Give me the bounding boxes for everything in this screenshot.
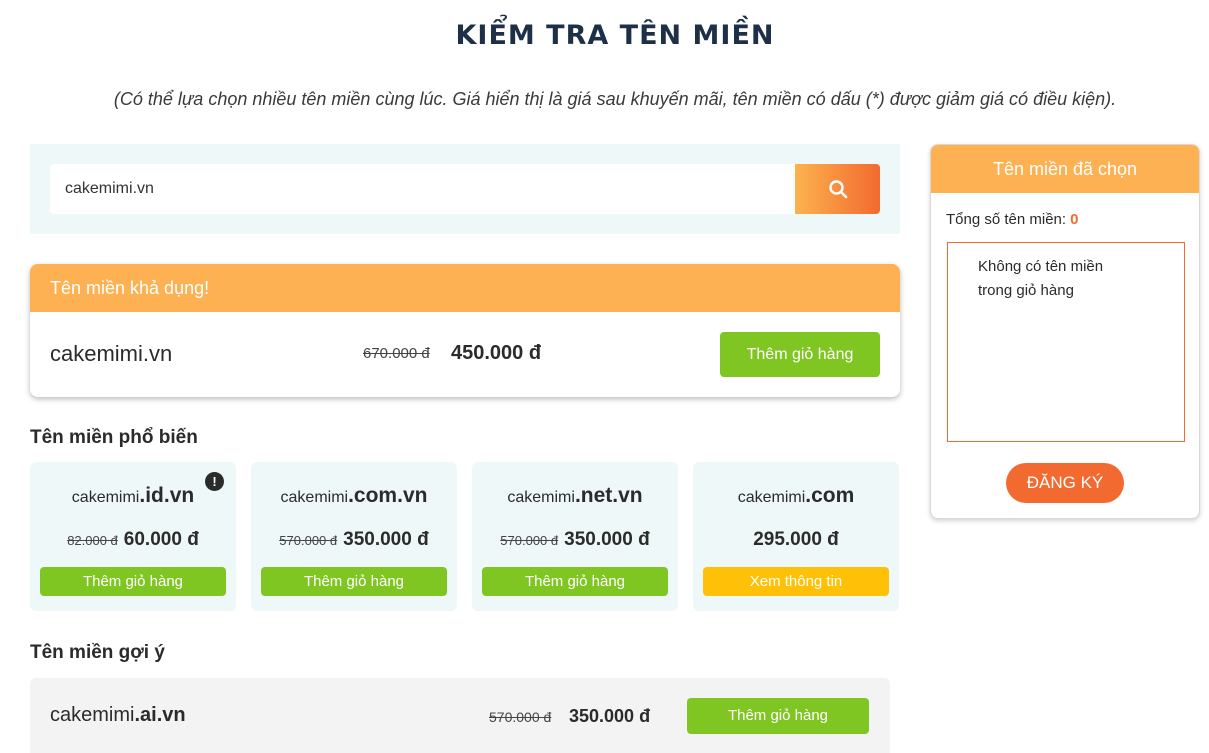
total-domains-count: 0: [1070, 211, 1079, 228]
new-price: 60.000 đ: [123, 529, 199, 550]
popular-domain-price: 82.000 đ 60.000 đ: [30, 529, 236, 551]
total-domains-label: Tổng số tên miền:: [946, 211, 1067, 228]
popular-domain-name: cakemimi.com: [693, 484, 899, 508]
new-price: 350.000 đ: [564, 529, 650, 550]
view-info-button[interactable]: Xem thông tin: [703, 567, 889, 596]
domain-base: cakemimi: [737, 489, 806, 506]
old-price: 570.000 đ: [279, 533, 338, 548]
selected-domains-header: Tên miền đã chọn: [931, 145, 1199, 193]
add-to-cart-button[interactable]: Thêm giỏ hàng: [261, 567, 447, 596]
domain-extension: .net.vn: [574, 484, 643, 507]
search-panel: [30, 144, 900, 234]
popular-domain-card: cakemimi.com.vn 570.000 đ 350.000 đ Thêm …: [251, 462, 457, 611]
add-to-cart-button[interactable]: Thêm giỏ hàng: [720, 332, 880, 377]
new-price: 350.000 đ: [343, 529, 429, 550]
popular-domain-card: cakemimi.net.vn 570.000 đ 350.000 đ Thêm …: [472, 462, 678, 611]
new-price: 350.000 đ: [569, 706, 651, 726]
add-to-cart-button[interactable]: Thêm giỏ hàng: [482, 567, 668, 596]
search-button[interactable]: [795, 164, 880, 214]
old-price: 82.000 đ: [67, 533, 118, 548]
suggested-domains-label: Tên miền gợi ý: [30, 642, 165, 663]
search-icon: [828, 180, 847, 199]
cart-empty-line-2: trong giỏ hàng: [978, 282, 1074, 299]
cart-empty-line-1: Không có tên miền: [978, 258, 1104, 275]
total-domains: Tổng số tên miền: 0: [946, 211, 1078, 228]
domain-search-input[interactable]: [50, 164, 795, 214]
domain-base: cakemimi: [507, 489, 575, 506]
domain-extension: .id.vn: [139, 484, 195, 507]
domain-base: cakemimi: [280, 489, 349, 506]
popular-domain-price: 570.000 đ 350.000 đ: [472, 529, 678, 551]
new-price: 295.000 đ: [753, 529, 839, 550]
available-old-price: 670.000 đ: [363, 345, 430, 362]
available-domain-card: Tên miền khả dụng! cakemimi.vn 670.000 đ…: [30, 264, 900, 397]
page-title: KIỂM TRA TÊN MIỀN: [455, 20, 775, 51]
domain-extension: .com: [805, 484, 855, 507]
suggested-domain-row: cakemimi.ai.vn 570.000 đ 350.000 đ Thêm …: [30, 678, 890, 753]
popular-domain-price: 570.000 đ 350.000 đ: [251, 529, 457, 551]
available-domain-header: Tên miền khả dụng!: [30, 264, 900, 312]
domain-base: cakemimi: [71, 489, 140, 506]
domain-base: cakemimi: [50, 704, 135, 726]
selected-domains-panel: Tên miền đã chọn Tổng số tên miền: 0 Khôn…: [930, 144, 1200, 519]
add-to-cart-button[interactable]: Thêm giỏ hàng: [40, 567, 226, 596]
popular-domain-card: ! cakemimi.id.vn 82.000 đ 60.000 đ Thêm g…: [30, 462, 236, 611]
available-domain-name: cakemimi.vn: [50, 341, 173, 366]
add-to-cart-button[interactable]: Thêm giỏ hàng: [687, 698, 869, 734]
popular-domain-name: cakemimi.net.vn: [472, 484, 678, 508]
old-price: 570.000 đ: [489, 709, 552, 725]
available-new-price: 450.000 đ: [451, 342, 542, 364]
domain-extension: .com.vn: [348, 484, 428, 507]
popular-domain-name: cakemimi.com.vn: [251, 484, 457, 508]
suggested-domain-name: cakemimi.ai.vn: [50, 704, 186, 727]
domain-extension: .ai.vn: [134, 704, 186, 726]
popular-domain-name: cakemimi.id.vn: [30, 484, 236, 508]
popular-domain-price: 295.000 đ: [693, 529, 899, 551]
cart-list: Không có tên miền trong giỏ hàng: [947, 242, 1185, 442]
page-subtitle: (Có thể lựa chọn nhiều tên miền cùng lúc…: [113, 89, 1117, 109]
popular-domains-label: Tên miền phổ biến: [30, 427, 198, 448]
register-button[interactable]: ĐĂNG KÝ: [1006, 463, 1124, 503]
popular-domain-card: cakemimi.com 295.000 đ Xem thông tin: [693, 462, 899, 611]
old-price: 570.000 đ: [500, 533, 559, 548]
